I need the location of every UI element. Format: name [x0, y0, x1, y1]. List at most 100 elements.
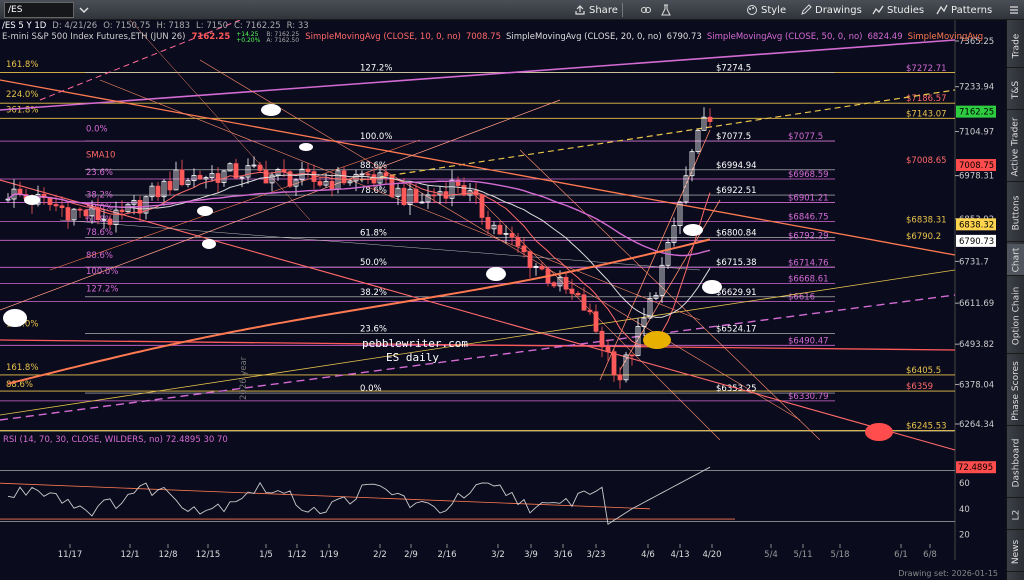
flask-icon — [661, 4, 671, 16]
rsi-axis-label: 60 — [959, 479, 970, 489]
patterns-button[interactable]: Patterns — [936, 2, 992, 18]
toolbar-divider — [622, 3, 623, 17]
candle-body — [611, 351, 617, 376]
sidebar-tab-news[interactable]: News — [1007, 532, 1024, 572]
share-label: Share — [589, 4, 618, 16]
toolbar: Share Style Drawings Studies Patterns — [0, 0, 1024, 20]
fib-retrace-value: $6715.38 — [716, 258, 757, 268]
sidebar-tab-chart[interactable]: Chart — [1007, 244, 1024, 276]
rsi-axis-label: 40 — [959, 505, 970, 515]
highlight-marker — [299, 143, 313, 151]
date-axis-label: 6/8 — [923, 550, 937, 560]
fib-extension-value: $6616 — [788, 293, 815, 303]
rsi-badge-label: 72.4895 — [958, 463, 993, 473]
date-axis-label: 5/18 — [830, 550, 849, 560]
candle-body — [167, 180, 173, 191]
date-axis-label: 3/9 — [524, 550, 538, 560]
sidebar-tab-trade[interactable]: Trade — [1007, 24, 1024, 68]
date-axis-label: 3/23 — [586, 550, 605, 560]
net-change: +14.25 +0.20% — [236, 32, 260, 44]
studies-label: Studies — [887, 4, 925, 16]
rsi-os: 70 — [216, 435, 228, 445]
fib-extension-value: $6714.76 — [788, 258, 829, 268]
symbol-dropdown-button[interactable] — [78, 2, 90, 18]
fib-retrace-label: 78.6% — [360, 186, 387, 196]
symbol-input[interactable] — [4, 2, 74, 18]
fib-right-value: $7186.57 — [906, 94, 947, 104]
flask-button[interactable] — [660, 2, 672, 18]
price-axis-label: 6378.04 — [959, 380, 994, 390]
price-chart[interactable]: 7365.257233.947104.976978.316853.926731.… — [0, 20, 1006, 560]
date-axis-label: 4/6 — [641, 550, 655, 560]
candle-body — [443, 191, 449, 199]
date-axis-label: 4/13 — [670, 550, 689, 560]
year-label: 2026 year — [239, 356, 249, 400]
study-label: SimpleMovingAvg — [907, 32, 984, 42]
style-label: Style — [761, 4, 787, 16]
candle-body — [383, 172, 389, 177]
fib-level-label: SMA10 — [86, 151, 115, 161]
date-axis-label: 1/19 — [319, 550, 338, 560]
date-axis-label: 1/5 — [259, 550, 273, 560]
date-axis-label: 2/9 — [404, 550, 418, 560]
fib-retrace-value: $6994.94 — [716, 161, 757, 171]
highlight-marker — [865, 423, 893, 441]
drawings-button[interactable]: Drawings — [800, 2, 862, 18]
candle-body — [527, 251, 533, 268]
sidebar-tab-label: Buttons — [1011, 195, 1021, 230]
rsi-label: RSI (14, 70, 30, CLOSE, WILDERS, no) — [3, 435, 163, 445]
sidebar-tab-option-chain[interactable]: Option Chain — [1007, 278, 1024, 354]
price-panel — [0, 20, 955, 430]
fib-retrace-label: 88.6% — [360, 161, 387, 171]
study-label: 6790.73 — [666, 32, 702, 42]
fib-right-value: $7272.71 — [906, 64, 947, 74]
sidebar-tab-dashboard[interactable]: Dashboard — [1007, 428, 1024, 498]
fib-retrace-label: 38.2% — [360, 288, 387, 298]
studies-button[interactable]: Studies — [872, 2, 924, 18]
sidebar-tab-l2[interactable]: L2 — [1007, 500, 1024, 530]
rsi-axis-label: 20 — [959, 530, 970, 540]
fib-retrace-value: $6800.84 — [716, 228, 757, 238]
candle-body — [581, 294, 587, 311]
fib-retrace-label: 61.8% — [360, 228, 387, 238]
candle-body — [257, 164, 263, 171]
fib-extension-value: $6901.21 — [788, 193, 829, 203]
price-badge-label: 6790.73 — [959, 237, 994, 247]
candle-body — [107, 218, 113, 225]
bid-ask: B: 7162.25 A: 7162.50 — [266, 32, 299, 44]
fib-extension-value: $7077.5 — [788, 132, 823, 142]
highlight-marker — [486, 267, 506, 281]
sidebar-tab-label: Chart — [1011, 247, 1022, 272]
chart-area[interactable]: 7365.257233.947104.976978.316853.926731.… — [0, 20, 1006, 560]
drawings-label: Drawings — [815, 4, 862, 16]
link-button[interactable] — [640, 2, 652, 18]
price-badge-label: 6838.32 — [959, 220, 994, 230]
candle-body — [47, 197, 53, 205]
fib-level-label: 224.0% — [6, 90, 38, 100]
share-button[interactable]: Share — [574, 2, 618, 18]
sidebar-tab-label: L2 — [1011, 509, 1021, 520]
sidebar-tab-active-trader[interactable]: Active Trader — [1007, 112, 1024, 182]
last-price: 7162.25 — [191, 32, 231, 42]
date-axis-label: 3/2 — [491, 550, 505, 560]
fib-level-label: 38.2% — [86, 191, 113, 201]
sidebar-tab-phase-scores[interactable]: Phase Scores — [1007, 356, 1024, 426]
date-axis-label: 12/15 — [196, 550, 221, 560]
menu-button[interactable] — [1008, 2, 1020, 18]
sidebar-tab-t-s[interactable]: T&S — [1007, 70, 1024, 110]
highlight-marker — [24, 195, 40, 205]
fib-retrace-value: $7077.5 — [716, 132, 751, 142]
patterns-label: Patterns — [951, 4, 993, 16]
highlight-marker — [261, 104, 281, 116]
candle-body — [587, 309, 593, 313]
study-labels: SimpleMovingAvg (CLOSE, 10, 0, no) 7008.7… — [305, 32, 983, 44]
date-axis-label: 5/11 — [793, 550, 812, 560]
fib-retrace-value: $6922.51 — [716, 186, 757, 196]
style-button[interactable]: Style — [746, 2, 786, 18]
price-axis-label: 6731.7 — [959, 257, 989, 267]
candle-body — [479, 194, 485, 218]
sidebar-tab-buttons[interactable]: Buttons — [1007, 184, 1024, 242]
candle-body — [539, 265, 545, 270]
candle-body — [551, 282, 557, 287]
candle-body — [515, 236, 521, 247]
